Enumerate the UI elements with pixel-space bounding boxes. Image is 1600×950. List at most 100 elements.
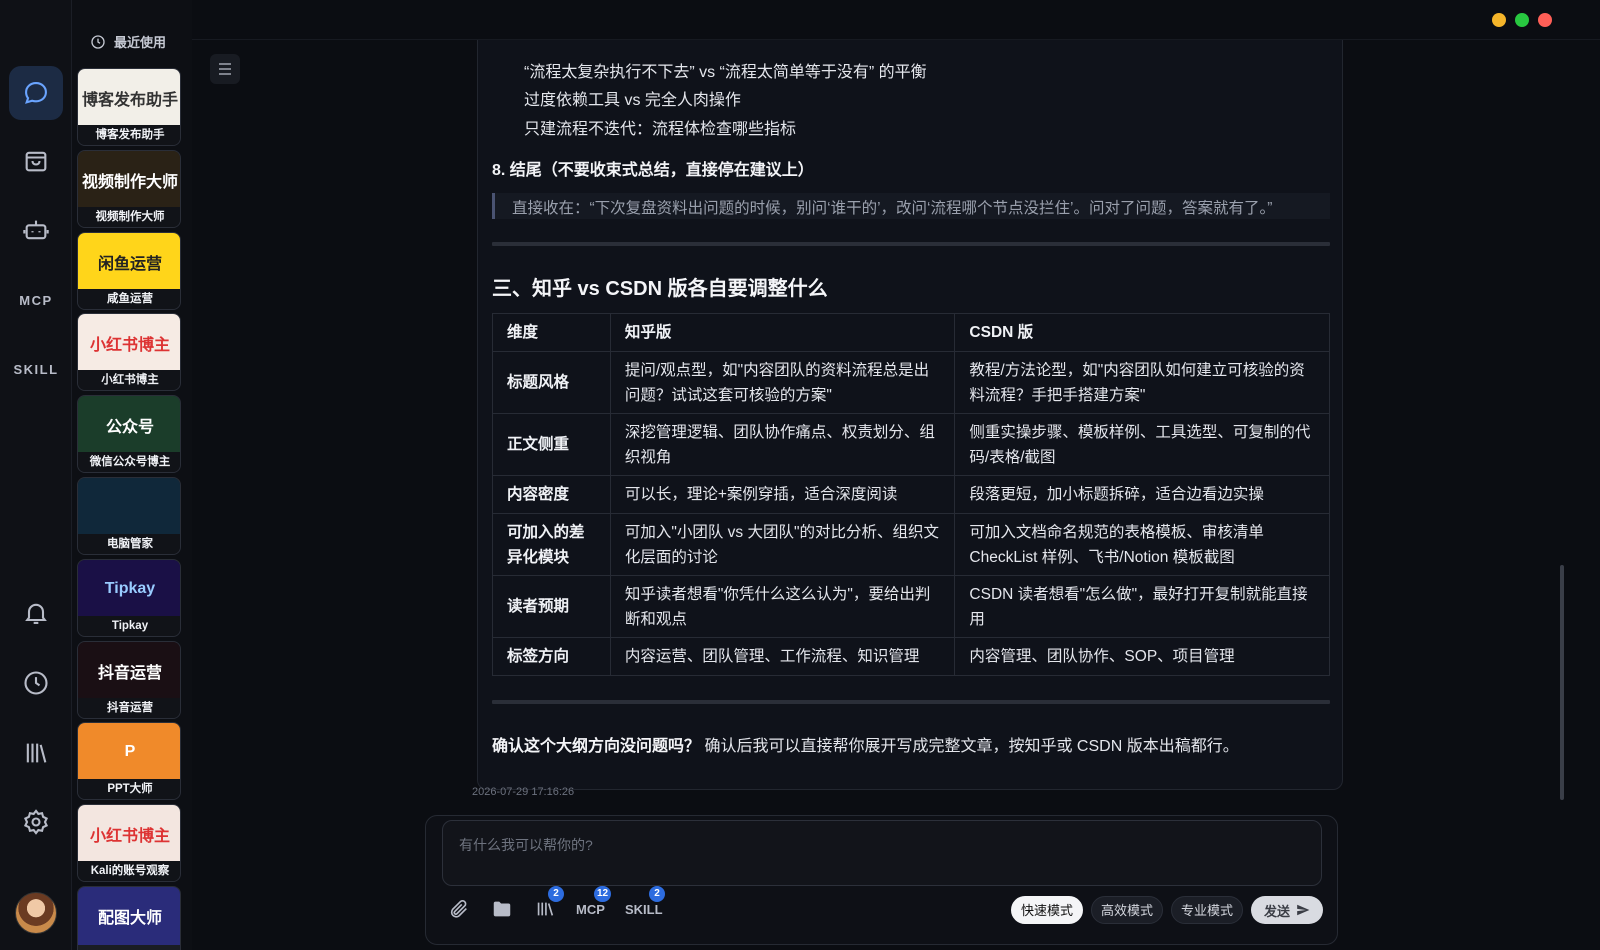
confirm-line: 确认这个大纲方向没问题吗？ 确认后我可以直接帮你展开写成完整文章，按知乎或 CS…: [492, 732, 1239, 756]
row-header: 可加入的差异化模块: [492, 513, 611, 576]
confirm-question: 确认这个大纲方向没问题吗？: [492, 738, 701, 755]
user-avatar[interactable]: [15, 892, 57, 934]
app-card[interactable]: 闲鱼运营 咸鱼运营: [77, 231, 181, 310]
store-nav-button[interactable]: [9, 134, 63, 188]
history-button[interactable]: [9, 656, 63, 710]
app-card[interactable]: 小红书博主 Kali的账号观察: [77, 804, 181, 883]
library-badge: 2: [548, 886, 564, 902]
fast-mode-button[interactable]: 快速模式: [1011, 896, 1083, 924]
gear-icon: [23, 809, 49, 835]
app-label: 抖音运营: [78, 697, 180, 718]
mcp-nav-button[interactable]: MCP: [0, 293, 72, 308]
row-header: 内容密度: [492, 475, 611, 514]
clock-icon: [24, 671, 48, 695]
app-label: Kali的账号观察: [78, 861, 180, 882]
app-card[interactable]: 公众号 微信公众号博主: [77, 395, 181, 474]
table-header: CSDN 版: [954, 313, 1330, 352]
folder-icon: [493, 901, 511, 917]
app-card[interactable]: 博客发布助手 博客发布助手: [77, 68, 181, 146]
app-thumbnail: Tipkay: [78, 559, 180, 618]
table-header-row: 维度 知乎版 CSDN 版: [492, 313, 1330, 352]
app-thumbnail: [78, 478, 180, 536]
row-header: 标题风格: [492, 351, 611, 414]
table-cell: CSDN 读者想看"怎么做"，最好打开复制就能直接用: [954, 575, 1330, 638]
table-row: 标题风格 提问/观点型，如"内容团队的资料流程总是出问题？试试这套可核验的方案"…: [492, 351, 1330, 414]
table-cell: 可加入文档命名规范的表格模板、审核清单 CheckList 样例、飞书/Noti…: [954, 513, 1330, 576]
section-title: 三、知乎 vs CSDN 版各自要调整什么: [492, 278, 828, 300]
settings-button[interactable]: [9, 795, 63, 849]
table-row: 标签方向 内容运营、团队管理、工作流程、知识管理 内容管理、团队协作、SOP、项…: [492, 637, 1330, 676]
app-label: 博客发布助手: [78, 125, 180, 145]
title-bar: [192, 0, 1600, 40]
robot-nav-button[interactable]: [9, 203, 63, 257]
app-card[interactable]: 抖音运营 抖音运营: [77, 640, 181, 719]
table-cell: 可以长，理论+案例穿插，适合深度阅读: [609, 475, 956, 514]
bullet-line: 只建流程不迭代：流程体检查哪些指标: [524, 121, 797, 138]
left-rail: MCP SKILL: [0, 0, 72, 950]
send-label: 发送: [1263, 903, 1290, 919]
bullet-line: 过度依赖工具 vs 完全人肉操作: [524, 92, 741, 109]
row-header: 读者预期: [492, 575, 611, 638]
app-thumbnail: 博客发布助手: [78, 69, 180, 127]
table-header: 知乎版: [609, 313, 956, 352]
app-label: Tipkay: [78, 615, 180, 636]
skill-badge: 2: [649, 886, 665, 902]
section-heading-8: 8. 结尾（不要收束式总结，直接停在建议上）: [492, 162, 814, 179]
app-card[interactable]: 电脑管家: [77, 477, 181, 555]
skill-tool-button[interactable]: SKILL 2: [625, 886, 665, 922]
apps-panel: 最近使用 博客发布助手 博客发布助手 视频制作大师 视频制作大师 闲鱼运营 咸鱼运营 小红书…: [72, 0, 260, 950]
app-label: 微信公众号博主: [78, 452, 180, 473]
quote-text: 直接收在：“下次复盘资料出问题的时候，别问‘谁干的’，改问‘流程哪个节点没拦住’…: [512, 200, 1273, 217]
main-area: “流程太复杂执行不下去” vs “流程太简单等于没有” 的平衡 过度依赖工具 v…: [192, 0, 1600, 950]
app-card[interactable]: P PPT大师: [77, 722, 181, 801]
app-thumbnail: 视频制作大师: [78, 150, 180, 209]
table-row: 可加入的差异化模块 可加入"小团队 vs 大团队"的对比分析、组织文化层面的讨论…: [492, 513, 1330, 576]
app-card[interactable]: Tipkay Tipkay: [77, 558, 181, 637]
attach-button[interactable]: [448, 896, 470, 922]
app-thumbnail: 小红书博主: [78, 805, 180, 864]
blockquote: 直接收在：“下次复盘资料出问题的时候，别问‘谁干的’，改问‘流程哪个节点没拦住’…: [492, 193, 1330, 219]
chat-scrollbar[interactable]: [1560, 565, 1564, 800]
sidebar-toggle-button[interactable]: [210, 54, 240, 84]
confirm-text: 确认后我可以直接帮你展开写成完整文章，按知乎或 CSDN 版本出稿都行。: [700, 738, 1239, 755]
folder-button[interactable]: [491, 896, 513, 922]
table-cell: 内容管理、团队协作、SOP、项目管理: [954, 637, 1330, 676]
app-card[interactable]: 配图大师: [77, 886, 181, 950]
library-button[interactable]: [9, 726, 63, 780]
shopping-bag-icon: [25, 151, 47, 172]
paperclip-icon: [450, 899, 467, 918]
app-thumbnail: 小红书博主: [78, 314, 180, 373]
message-input[interactable]: [443, 821, 1321, 885]
mcp-tool-label: MCP: [576, 901, 605, 917]
minimize-button[interactable]: [1492, 13, 1506, 27]
skill-nav-button[interactable]: SKILL: [0, 362, 72, 377]
assistant-message: “流程太复杂执行不下去” vs “流程太简单等于没有” 的平衡 过度依赖工具 v…: [477, 40, 1343, 790]
app-thumbnail: 公众号: [78, 396, 180, 455]
pro-mode-button[interactable]: 专业模式: [1171, 896, 1243, 924]
library-tool-button[interactable]: 2: [534, 886, 564, 922]
send-button[interactable]: 发送: [1251, 896, 1323, 924]
skill-tool-label: SKILL: [625, 901, 663, 917]
close-button[interactable]: [1538, 13, 1552, 27]
table-cell: 知乎读者想看"你凭什么这么认为"，要给出判断和观点: [609, 575, 956, 638]
table-header: 维度: [492, 313, 611, 352]
clock-icon: [91, 34, 105, 49]
maximize-button[interactable]: [1515, 13, 1529, 27]
efficient-mode-button[interactable]: 高效模式: [1091, 896, 1163, 924]
message-timestamp: 2026-07-29 17:16:26: [472, 786, 575, 798]
table-row: 内容密度 可以长，理论+案例穿插，适合深度阅读 段落更短，加小标题拆碎，适合边看…: [492, 475, 1330, 514]
mcp-tool-button[interactable]: MCP 12: [576, 886, 612, 922]
row-header: 标签方向: [492, 637, 611, 676]
app-thumbnail: 闲鱼运营: [78, 232, 180, 291]
mcp-badge: 12: [594, 886, 612, 902]
send-arrow-icon: [1297, 904, 1310, 916]
notifications-button[interactable]: [9, 586, 63, 640]
table-cell: 内容运营、团队管理、工作流程、知识管理: [609, 637, 956, 676]
table-cell: 教程/方法论型，如"内容团队如何建立可核验的资料流程？手把手搭建方案": [954, 351, 1330, 414]
table-cell: 可加入"小团队 vs 大团队"的对比分析、组织文化层面的讨论: [609, 513, 956, 576]
app-card[interactable]: 小红书博主 小红书博主: [77, 313, 181, 392]
app-card[interactable]: 视频制作大师 视频制作大师: [77, 149, 181, 228]
bell-icon: [25, 603, 47, 624]
app-label: 咸鱼运营: [78, 288, 180, 309]
chat-nav-button[interactable]: [9, 66, 63, 120]
